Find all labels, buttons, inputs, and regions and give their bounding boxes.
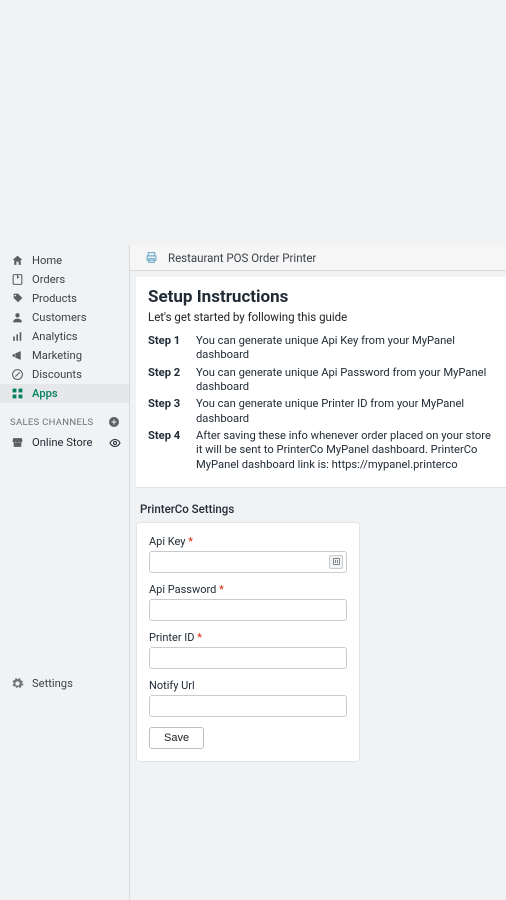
orders-icon [10, 273, 24, 287]
app-title: Restaurant POS Order Printer [168, 251, 316, 265]
step-text: You can generate unique Api Key from you… [196, 334, 495, 363]
app-header: Restaurant POS Order Printer [130, 245, 506, 271]
sales-channels-header: SALES CHANNELS [0, 403, 129, 433]
save-button[interactable]: Save [149, 727, 204, 749]
printer-id-input[interactable] [149, 647, 347, 669]
step-row: Step 2 You can generate unique Api Passw… [148, 366, 495, 395]
api-password-label: Api Password * [149, 583, 347, 596]
add-channel-icon[interactable] [107, 415, 121, 429]
sidebar-item-label: Customers [32, 311, 86, 324]
credential-icon[interactable] [329, 555, 343, 569]
sidebar-item-label: Products [32, 292, 77, 305]
step-text: You can generate unique Printer ID from … [196, 397, 495, 426]
api-key-input[interactable] [149, 551, 347, 573]
sidebar-item-apps[interactable]: Apps [0, 384, 129, 403]
sidebar-item-orders[interactable]: Orders [0, 270, 129, 289]
step-row: Step 4 After saving these info whenever … [148, 429, 495, 472]
discount-icon [10, 368, 24, 382]
step-label: Step 1 [148, 334, 186, 363]
analytics-icon [10, 330, 24, 344]
sidebar: Home Orders Products Customers [0, 245, 130, 900]
step-label: Step 3 [148, 397, 186, 426]
notify-url-label: Notify Url [149, 679, 347, 692]
step-row: Step 1 You can generate unique Api Key f… [148, 334, 495, 363]
sidebar-item-customers[interactable]: Customers [0, 308, 129, 327]
sidebar-item-online-store[interactable]: Online Store [0, 433, 129, 452]
sidebar-item-label: Apps [32, 387, 58, 400]
person-icon [10, 311, 24, 325]
settings-heading: PrinterCo Settings [140, 502, 506, 516]
tag-icon [10, 292, 24, 306]
sidebar-item-label: Discounts [32, 368, 82, 381]
step-label: Step 4 [148, 429, 186, 472]
sidebar-item-marketing[interactable]: Marketing [0, 346, 129, 365]
sidebar-item-settings[interactable]: Settings [0, 673, 129, 695]
home-icon [10, 254, 24, 268]
store-icon [10, 436, 24, 450]
step-text: You can generate unique Api Password fro… [196, 366, 495, 395]
sidebar-item-discounts[interactable]: Discounts [0, 365, 129, 384]
notify-url-input[interactable] [149, 695, 347, 717]
sidebar-item-home[interactable]: Home [0, 251, 129, 270]
settings-icon [10, 676, 24, 690]
sidebar-item-label: Orders [32, 273, 65, 286]
main-content: Restaurant POS Order Printer Setup Instr… [130, 245, 506, 900]
api-password-input[interactable] [149, 599, 347, 621]
apps-icon [10, 387, 24, 401]
settings-card: Api Key * Api Password * Printer ID * [136, 522, 360, 762]
megaphone-icon [10, 349, 24, 363]
sidebar-item-label: Analytics [32, 330, 78, 343]
sidebar-item-label: Online Store [32, 436, 92, 449]
printer-id-label: Printer ID * [149, 631, 347, 644]
setup-steps: Step 1 You can generate unique Api Key f… [148, 334, 495, 472]
step-row: Step 3 You can generate unique Printer I… [148, 397, 495, 426]
sidebar-item-analytics[interactable]: Analytics [0, 327, 129, 346]
api-key-label: Api Key * [149, 535, 347, 548]
setup-subtitle: Let's get started by following this guid… [148, 310, 495, 324]
printer-app-icon [144, 251, 158, 265]
eye-icon[interactable] [109, 437, 121, 449]
step-text: After saving these info whenever order p… [196, 429, 495, 472]
section-title: SALES CHANNELS [10, 417, 94, 428]
sidebar-item-label: Settings [32, 677, 73, 690]
sidebar-item-label: Marketing [32, 349, 82, 362]
setup-card: Setup Instructions Let's get started by … [136, 277, 506, 488]
setup-title: Setup Instructions [148, 287, 495, 307]
sidebar-item-label: Home [32, 254, 62, 267]
step-label: Step 2 [148, 366, 186, 395]
sidebar-item-products[interactable]: Products [0, 289, 129, 308]
